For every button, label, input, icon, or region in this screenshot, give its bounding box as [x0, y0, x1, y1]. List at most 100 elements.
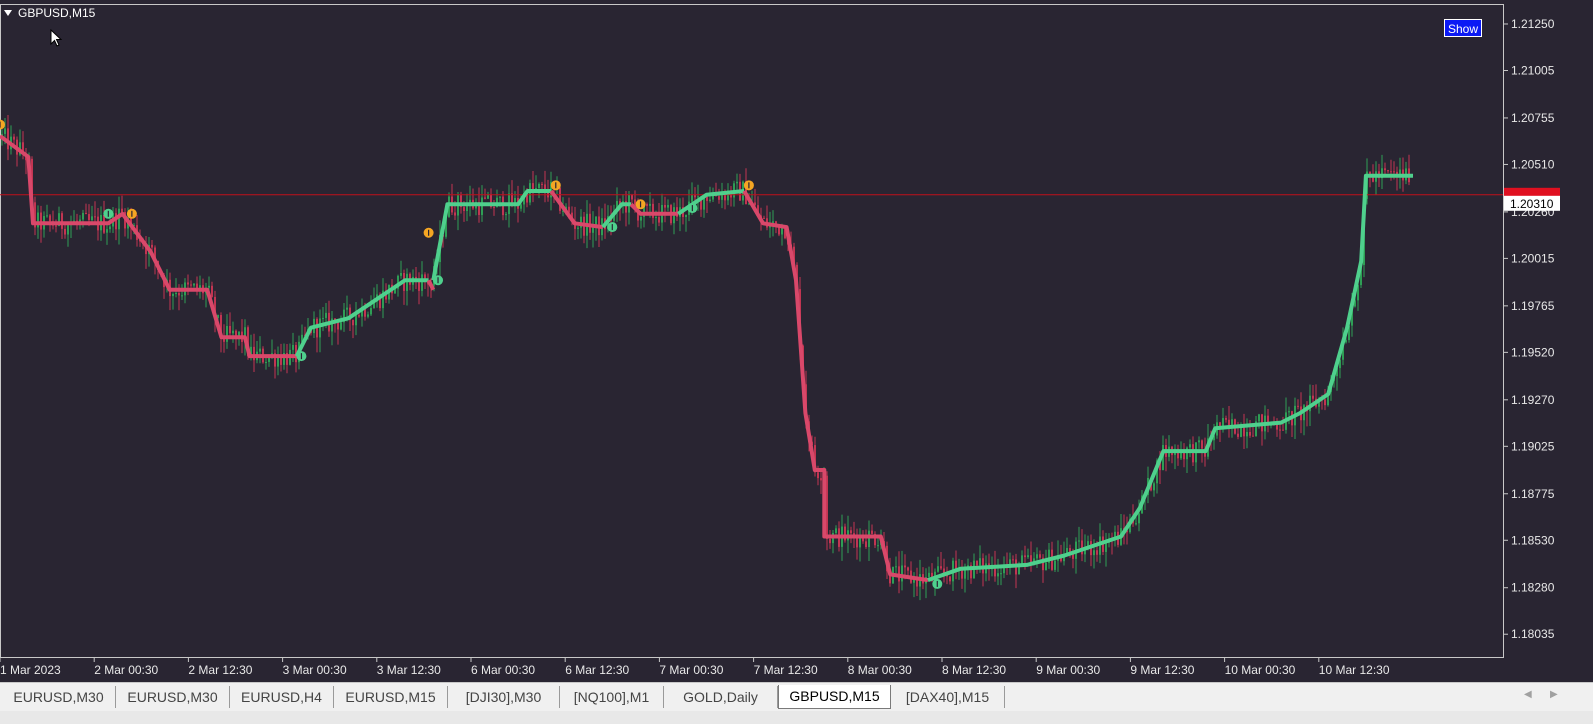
candle-body: [499, 196, 501, 198]
candle-body: [577, 227, 579, 229]
candle-body: [877, 545, 879, 547]
tab-dji30-m30[interactable]: [DJI30],M30: [448, 686, 560, 708]
price-tick-label: 1.21250: [1511, 17, 1555, 31]
candle-body: [1384, 168, 1386, 171]
candle-body: [820, 478, 822, 481]
candle-body: [1192, 444, 1194, 463]
candle-body: [64, 228, 66, 235]
candle-body: [1036, 554, 1038, 559]
candle-body: [1054, 560, 1056, 570]
sell-signal-icon: [550, 180, 561, 191]
current-price-label: 1.20310: [1510, 197, 1554, 211]
candle-body: [109, 226, 111, 230]
candle-body: [631, 194, 633, 200]
price-tick-label: 1.20755: [1511, 111, 1555, 125]
candle-body: [193, 283, 195, 286]
sell-signal-icon: [743, 180, 754, 191]
time-tick-label: 2 Mar 12:30: [188, 663, 252, 677]
collapse-triangle-icon[interactable]: [4, 10, 12, 16]
candle-body: [40, 212, 42, 230]
candle-body: [691, 195, 693, 202]
price-chart[interactable]: 1.212501.210051.207551.205101.202601.200…: [0, 0, 1593, 682]
show-button[interactable]: Show: [1444, 19, 1482, 37]
candle-body: [352, 319, 354, 326]
candle-body: [88, 214, 90, 221]
candle-body: [4, 128, 6, 134]
candle-body: [850, 530, 852, 534]
candle-body: [1189, 444, 1191, 448]
candle-body: [259, 348, 261, 352]
scroll-right-icon[interactable]: ▶: [1550, 689, 1558, 700]
tab-gold-daily[interactable]: GOLD,Daily: [664, 686, 778, 708]
candle-body: [694, 195, 696, 198]
candle-body: [646, 204, 648, 206]
candle-body: [817, 472, 819, 479]
candle-body: [1105, 542, 1107, 552]
time-tick-label: 9 Mar 12:30: [1130, 663, 1194, 677]
candle-body: [538, 183, 540, 188]
candle-body: [1252, 435, 1254, 437]
tab-eurusd-m30[interactable]: EURUSD,M30: [116, 686, 230, 708]
tab-eurusd-m15[interactable]: EURUSD,M15: [334, 686, 448, 708]
scroll-left-icon[interactable]: ◀: [1524, 689, 1532, 700]
candle-body: [61, 213, 63, 229]
time-tick-label: 6 Mar 00:30: [471, 663, 535, 677]
candle-body: [370, 308, 372, 315]
candle-body: [901, 565, 903, 582]
candle-body: [49, 215, 51, 222]
price-axis-panel: [1504, 0, 1593, 682]
buy-signal-icon: [296, 351, 307, 362]
candle-body: [85, 212, 87, 215]
buy-signal-icon: [932, 578, 943, 589]
time-tick-label: 9 Mar 00:30: [1036, 663, 1100, 677]
candle-body: [520, 204, 522, 209]
candle-body: [106, 229, 108, 233]
time-tick-label: 8 Mar 00:30: [848, 663, 912, 677]
candle-body: [640, 216, 642, 221]
price-tick-label: 1.18775: [1511, 487, 1555, 501]
candle-body: [763, 217, 765, 219]
candle-body: [961, 569, 963, 579]
candle-body: [454, 212, 456, 216]
time-tick-label: 3 Mar 12:30: [377, 663, 441, 677]
candle-body: [406, 273, 408, 291]
candle-body: [1237, 433, 1239, 437]
candle-body: [1225, 418, 1227, 420]
candle-body: [55, 225, 57, 227]
candle-body: [121, 208, 123, 213]
candle-body: [181, 295, 183, 297]
buy-signal-icon: [433, 275, 444, 286]
trend-line-up: [294, 278, 429, 357]
chart-window[interactable]: 1.21250 1.21005 1.20755 1.20510 1.20260 1.200…: [0, 0, 1593, 682]
candle-body: [265, 361, 267, 363]
time-tick-label: 7 Mar 00:30: [659, 663, 723, 677]
candle-body: [1249, 432, 1251, 436]
candle-body: [655, 217, 657, 219]
candle-body: [664, 204, 666, 208]
tab-gbpusd-m15[interactable]: GBPUSD,M15: [778, 685, 891, 709]
candle-body: [1279, 429, 1281, 431]
buy-signal-icon: [103, 208, 114, 219]
candle-body: [91, 216, 93, 221]
tab-nq100-m1[interactable]: [NQ100],M1: [560, 686, 664, 708]
candle-body: [1312, 395, 1314, 399]
candle-body: [835, 528, 837, 533]
candle-body: [1393, 171, 1395, 173]
tab-eurusd-h4[interactable]: EURUSD,H4: [230, 686, 334, 708]
status-strip: [0, 711, 1593, 724]
candle-body: [1093, 550, 1095, 556]
candle-body: [1138, 513, 1140, 524]
candle-body: [346, 307, 348, 310]
sell-signal-icon: [423, 227, 434, 238]
tab-eurusd-m30[interactable]: EURUSD,M30: [2, 686, 116, 708]
candle-body: [418, 280, 420, 291]
candle-body: [1012, 559, 1014, 561]
candle-body: [937, 566, 939, 572]
candle-body: [1135, 523, 1137, 525]
candle-body: [421, 274, 423, 291]
tab-dax40-m15[interactable]: [DAX40],M15: [891, 686, 1005, 708]
candle-body: [505, 214, 507, 216]
candle-body: [871, 530, 873, 534]
candle-body: [172, 293, 174, 297]
candle-body: [1096, 550, 1098, 555]
